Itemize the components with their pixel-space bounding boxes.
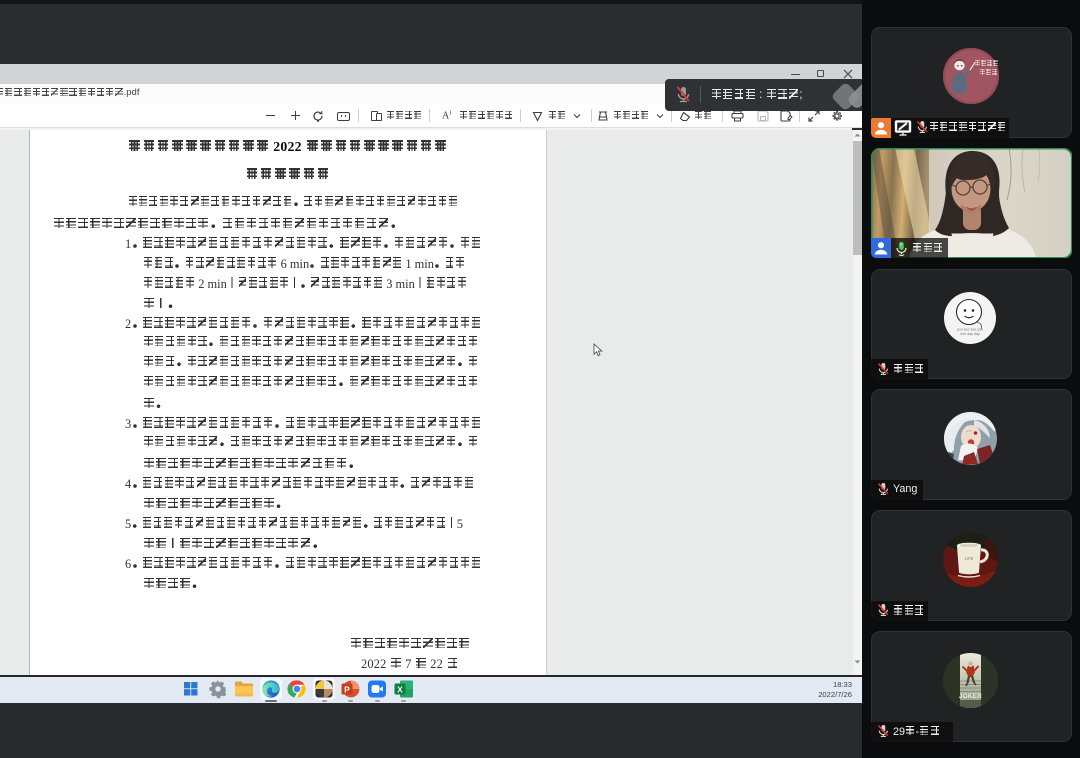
svg-text:you see see you: you see see you <box>956 327 982 331</box>
svg-text:one day day: one day day <box>960 332 980 336</box>
svg-text:X: X <box>397 685 403 695</box>
svg-text:P: P <box>344 685 350 695</box>
svg-text:LIFE: LIFE <box>964 556 973 561</box>
svg-text:JOKER: JOKER <box>958 693 981 700</box>
